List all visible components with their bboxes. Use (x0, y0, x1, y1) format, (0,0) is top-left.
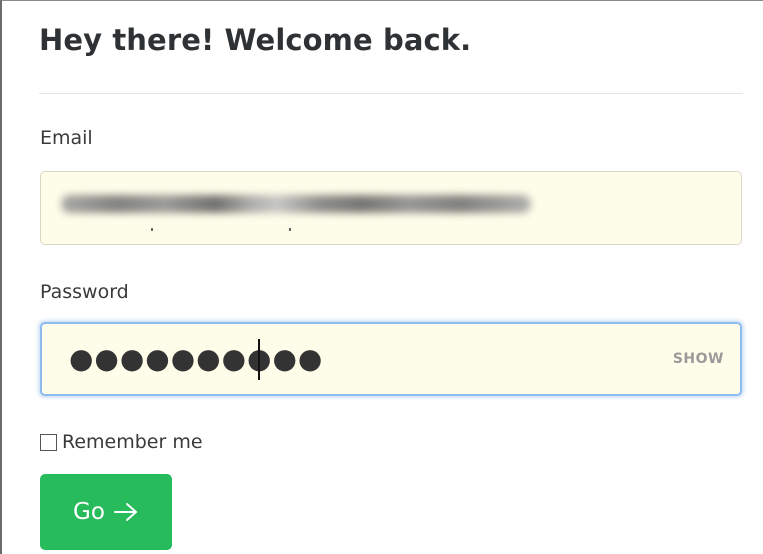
email-field[interactable] (40, 171, 742, 245)
remember-me-label: Remember me (62, 431, 203, 453)
password-field[interactable]: ●●●●●●●●●● SHOW (40, 322, 742, 396)
text-caret (258, 339, 260, 380)
password-masked-value: ●●●●●●●●●● (69, 342, 324, 375)
arrow-right-icon (113, 503, 137, 521)
email-value-blurred (61, 195, 531, 213)
go-button[interactable]: Go (40, 474, 172, 550)
email-label: Email (40, 127, 93, 149)
show-password-toggle[interactable]: SHOW (673, 351, 724, 367)
go-button-label: Go (73, 499, 105, 525)
password-label: Password (40, 281, 129, 303)
blur-artifact (151, 228, 153, 231)
login-panel: Hey there! Welcome back. Email Password … (0, 0, 763, 554)
remember-me-checkbox[interactable] (40, 433, 57, 451)
remember-me[interactable]: Remember me (40, 431, 203, 453)
title-divider (39, 93, 743, 94)
page-title: Hey there! Welcome back. (39, 23, 472, 57)
blur-artifact (289, 228, 291, 231)
